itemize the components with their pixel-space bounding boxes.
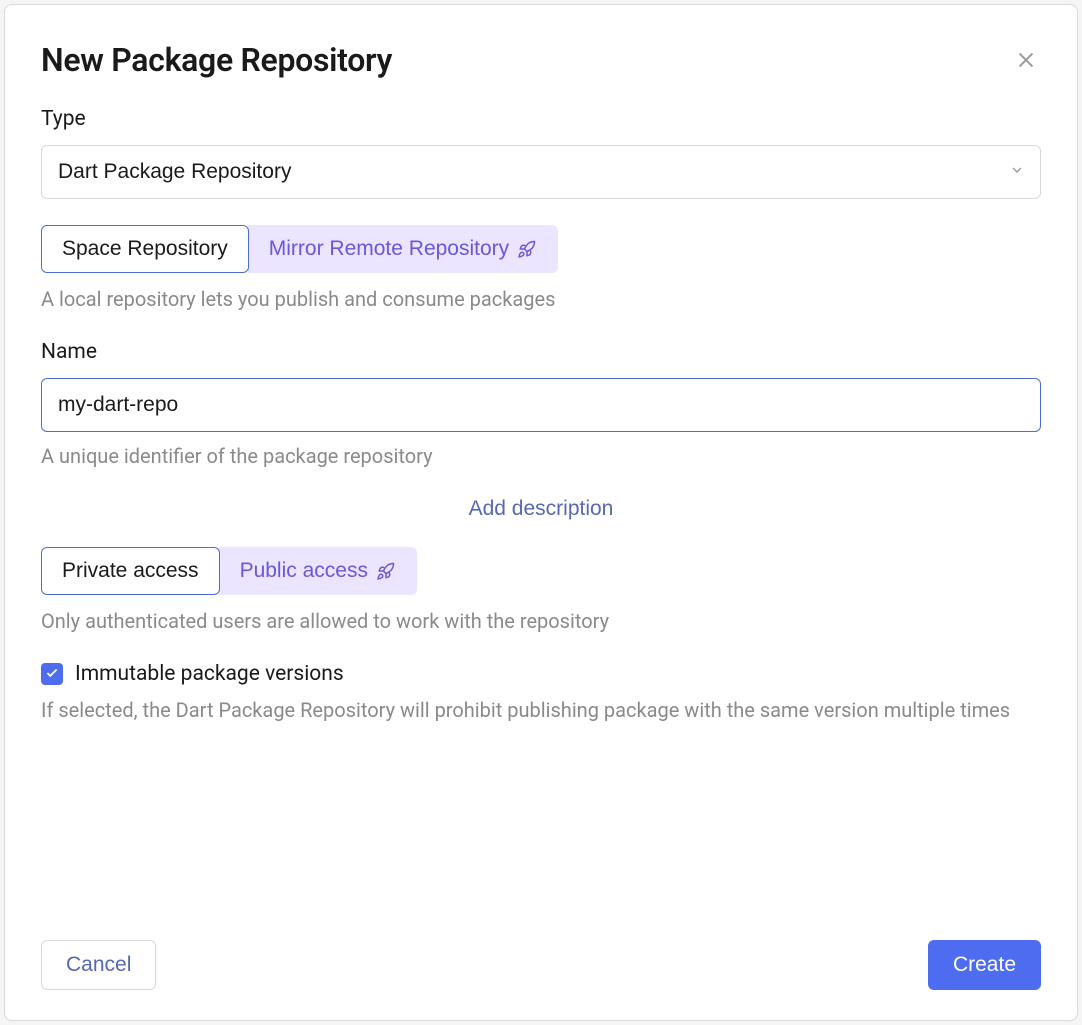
- repo-kind-group: Space Repository Mirror Remote Repositor…: [41, 225, 1041, 314]
- type-field-group: Type Dart Package Repository: [41, 107, 1041, 199]
- access-group: Private access Public access Only authen…: [41, 547, 1041, 636]
- mirror-remote-repository-label: Mirror Remote Repository: [269, 237, 509, 261]
- immutable-helper: If selected, the Dart Package Repository…: [41, 696, 1041, 725]
- immutable-group: Immutable package versions If selected, …: [41, 662, 1041, 725]
- rocket-icon: [376, 561, 396, 581]
- type-select-wrapper: Dart Package Repository: [41, 145, 1041, 199]
- new-package-repository-dialog: New Package Repository Type Dart Package…: [4, 4, 1078, 1021]
- cancel-button[interactable]: Cancel: [41, 940, 156, 990]
- repo-kind-helper: A local repository lets you publish and …: [41, 285, 1041, 314]
- dialog-footer: Cancel Create: [41, 940, 1041, 990]
- name-field-group: Name A unique identifier of the package …: [41, 340, 1041, 471]
- dialog-title: New Package Repository: [41, 41, 392, 79]
- close-icon: [1015, 59, 1037, 74]
- dialog-header: New Package Repository: [41, 41, 1041, 79]
- access-helper: Only authenticated users are allowed to …: [41, 607, 1041, 636]
- immutable-checkbox-row[interactable]: Immutable package versions: [41, 662, 1041, 686]
- access-segmented: Private access Public access: [41, 547, 417, 595]
- close-button[interactable]: [1011, 45, 1041, 78]
- name-label: Name: [41, 340, 1041, 364]
- create-button[interactable]: Create: [928, 940, 1041, 990]
- space-repository-option[interactable]: Space Repository: [41, 225, 249, 273]
- mirror-remote-repository-option[interactable]: Mirror Remote Repository: [248, 225, 558, 273]
- rocket-icon: [517, 239, 537, 259]
- name-input[interactable]: [41, 378, 1041, 432]
- add-description-link[interactable]: Add description: [41, 497, 1041, 521]
- private-access-label: Private access: [62, 559, 199, 583]
- public-access-option[interactable]: Public access: [219, 547, 417, 595]
- type-label: Type: [41, 107, 1041, 131]
- public-access-label: Public access: [240, 559, 368, 583]
- repo-kind-segmented: Space Repository Mirror Remote Repositor…: [41, 225, 558, 273]
- space-repository-label: Space Repository: [62, 237, 228, 261]
- immutable-checkbox[interactable]: [41, 663, 63, 685]
- name-helper: A unique identifier of the package repos…: [41, 442, 1041, 471]
- immutable-label[interactable]: Immutable package versions: [75, 662, 344, 686]
- type-select[interactable]: Dart Package Repository: [41, 145, 1041, 199]
- private-access-option[interactable]: Private access: [41, 547, 220, 595]
- checkmark-icon: [45, 665, 59, 684]
